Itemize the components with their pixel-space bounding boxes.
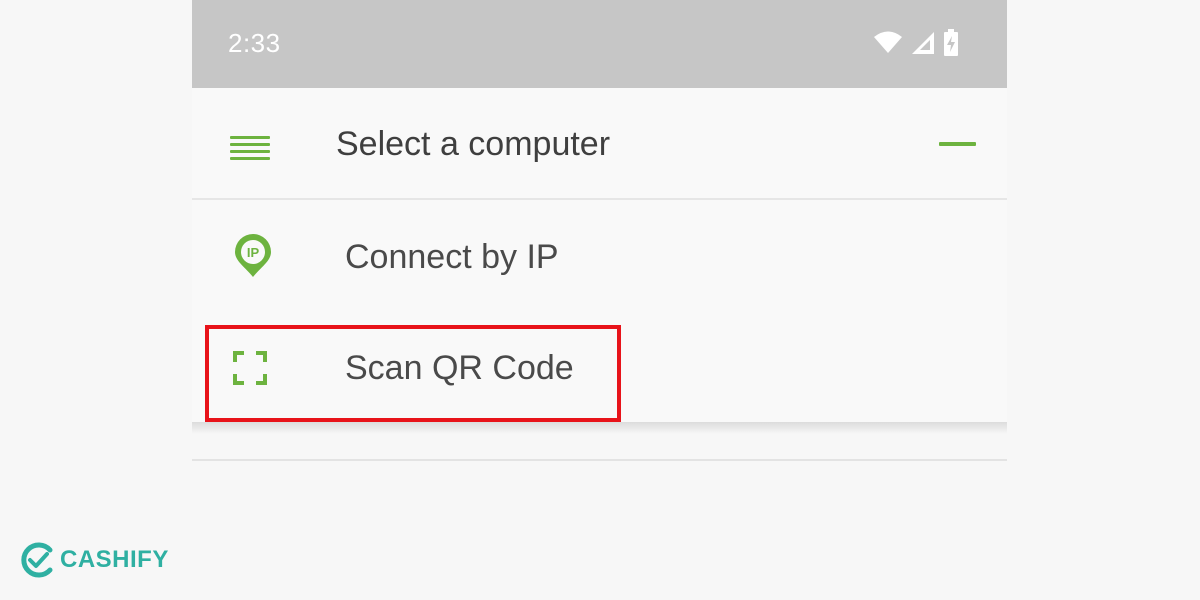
status-icons: [873, 28, 959, 58]
connect-by-ip-label: Connect by IP: [345, 238, 559, 276]
collapse-icon[interactable]: [939, 142, 976, 146]
wifi-icon: [874, 31, 902, 53]
phone-screen: 2:33 Select a computer IP Connect by IP …: [192, 0, 1007, 600]
cashify-logo-text: CASHIFY: [60, 546, 169, 573]
highlight-annotation-box: [205, 325, 621, 422]
ip-location-pin-icon: IP: [235, 234, 271, 277]
svg-text:IP: IP: [247, 245, 260, 260]
status-bar: 2:33: [192, 0, 1007, 88]
menu-icon[interactable]: [230, 136, 270, 160]
list-shadow: [192, 422, 1007, 434]
cashify-logo-icon: [21, 542, 53, 578]
signal-icon: [912, 32, 934, 54]
battery-charging-icon: [944, 29, 958, 56]
bottom-divider: [192, 459, 1007, 461]
list-item-connect-by-ip[interactable]: IP Connect by IP: [192, 200, 1007, 311]
status-time: 2:33: [228, 28, 281, 58]
screenshot-page: 2:33 Select a computer IP Connect by IP …: [0, 0, 1200, 600]
cashify-logo: CASHIFY: [20, 540, 169, 580]
page-title: Select a computer: [336, 125, 611, 163]
